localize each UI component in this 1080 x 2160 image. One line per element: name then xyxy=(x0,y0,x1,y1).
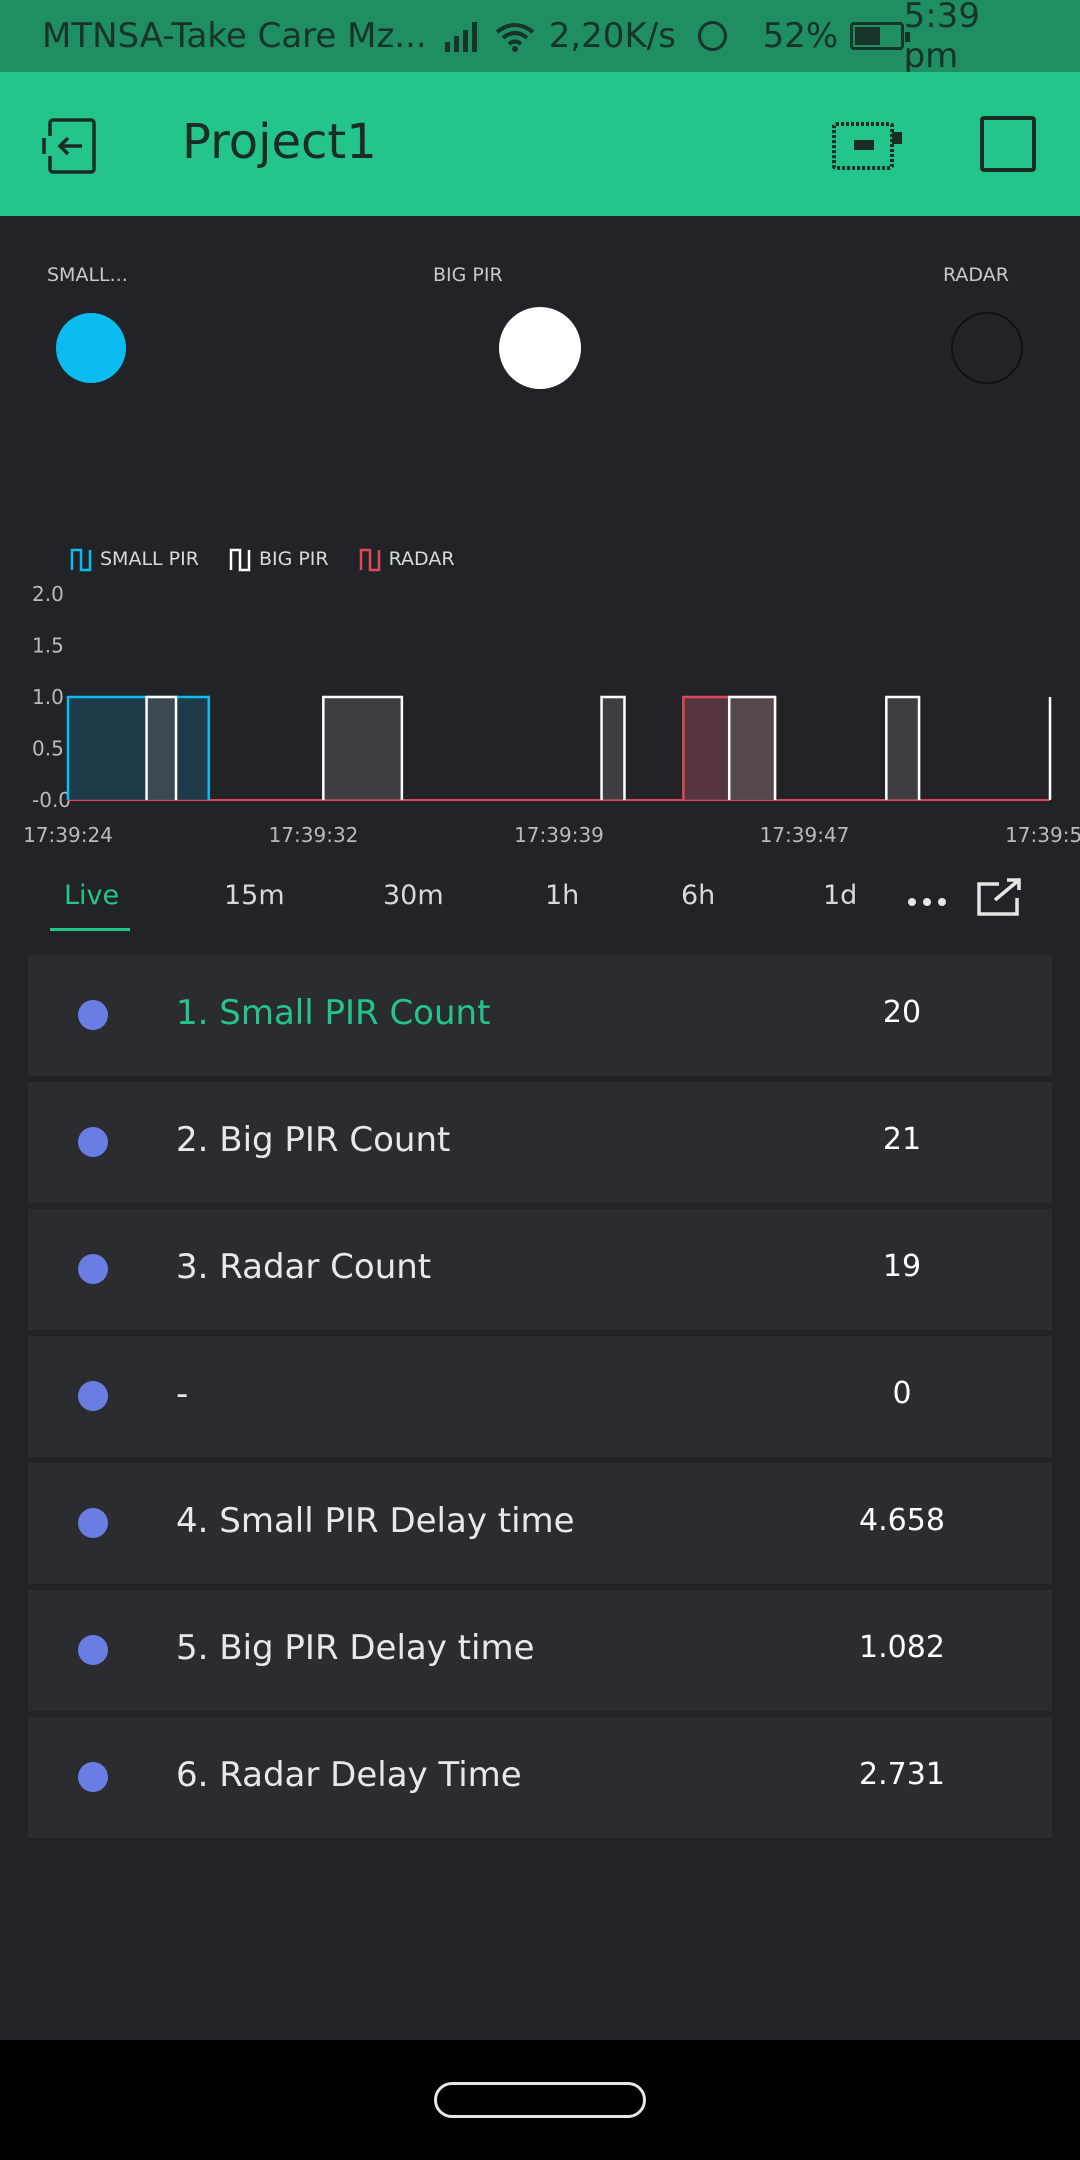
fullscreen-icon[interactable] xyxy=(975,878,1023,918)
y-tick-label: 2.0 xyxy=(32,582,64,606)
chart-legend: SMALL PIR BIG PIR RADAR xyxy=(70,546,455,572)
tab-15m[interactable]: 15m xyxy=(224,880,285,911)
pulse-icon xyxy=(229,548,251,572)
status-dot xyxy=(78,1000,108,1030)
y-tick-label: 1.0 xyxy=(32,685,64,709)
status-dot xyxy=(78,1381,108,1411)
list-item[interactable]: 3. Radar Count 19 xyxy=(28,1209,1052,1330)
row-label: 6. Radar Delay Time xyxy=(176,1755,522,1795)
legend-label: SMALL PIR xyxy=(100,548,199,570)
status-dot xyxy=(78,1127,108,1157)
led-small-pir[interactable] xyxy=(56,313,126,383)
exit-icon[interactable] xyxy=(42,118,102,174)
chart-bar-fill xyxy=(729,697,776,800)
row-value: 19 xyxy=(882,1249,922,1284)
y-tick-label: 1.5 xyxy=(32,634,64,658)
y-tick-label: 0.5 xyxy=(32,737,64,761)
list-item[interactable]: 5. Big PIR Delay time 1.082 xyxy=(28,1590,1052,1711)
led-label-small-pir: SMALL... xyxy=(47,264,128,286)
row-value: 0 xyxy=(892,1376,912,1411)
app-bar: Project1 xyxy=(0,72,1080,216)
status-dot xyxy=(78,1635,108,1665)
clock: 5:39 pm xyxy=(903,0,980,76)
legend-item-radar: RADAR xyxy=(359,546,455,572)
x-tick-label: 17:39:54 xyxy=(1005,823,1080,847)
history-chart[interactable]: 2.0 1.5 1.0 0.5 -0.0 17:39:24 17:39:32 17:39:39… xyxy=(0,570,1080,860)
legend-item-big-pir: BIG PIR xyxy=(229,546,329,572)
status-bar: MTNSA-Take Care Mz... 2,20K/s 52% 5:39 p… xyxy=(0,0,1080,76)
row-label: - xyxy=(176,1374,189,1414)
tab-1h[interactable]: 1h xyxy=(545,880,579,911)
list-item[interactable]: - 0 xyxy=(28,1336,1052,1457)
pulse-icon xyxy=(359,548,380,572)
row-label: 3. Radar Count xyxy=(176,1247,432,1287)
system-nav-bar xyxy=(0,2040,1080,2160)
value-list: 1. Small PIR Count 20 2. Big PIR Count 2… xyxy=(28,955,1052,1844)
row-value: 1.082 xyxy=(859,1630,945,1665)
led-radar[interactable] xyxy=(951,312,1023,384)
x-tick-label: 17:39:32 xyxy=(269,823,359,847)
led-big-pir[interactable] xyxy=(499,307,581,389)
chart-bar-fill xyxy=(323,697,402,800)
list-item[interactable]: 1. Small PIR Count 20 xyxy=(28,955,1052,1076)
notification-icon xyxy=(697,21,727,51)
legend-label: RADAR xyxy=(388,548,455,570)
row-label: 5. Big PIR Delay time xyxy=(176,1628,535,1668)
chart-bar-fill xyxy=(886,697,920,800)
x-tick-label: 17:39:39 xyxy=(514,823,604,847)
active-tab-indicator xyxy=(50,928,130,931)
tab-live[interactable]: Live xyxy=(64,880,119,911)
tab-6h[interactable]: 6h xyxy=(681,880,715,911)
row-value: 4.658 xyxy=(859,1503,945,1538)
home-button[interactable] xyxy=(434,2082,646,2118)
list-item[interactable]: 4. Small PIR Delay time 4.658 xyxy=(28,1463,1052,1584)
data-rate: 2,20K/s xyxy=(548,16,676,56)
status-dot xyxy=(78,1508,108,1538)
row-value: 21 xyxy=(882,1122,922,1157)
legend-label: BIG PIR xyxy=(258,548,329,570)
status-dot xyxy=(78,1254,108,1284)
status-dot xyxy=(78,1762,108,1792)
battery-fill xyxy=(855,27,881,45)
led-label-radar: RADAR xyxy=(943,264,1009,286)
stop-icon[interactable] xyxy=(980,116,1036,172)
tab-1d[interactable]: 1d xyxy=(823,880,857,911)
carrier-name: MTNSA-Take Care Mz... xyxy=(42,16,427,56)
y-tick-label: -0.0 xyxy=(32,788,71,812)
led-label-big-pir: BIG PIR xyxy=(433,264,503,286)
row-label: 2. Big PIR Count xyxy=(176,1120,451,1160)
legend-item-small-pir: SMALL PIR xyxy=(70,546,199,572)
battery-percent: 52% xyxy=(762,16,839,56)
row-label: 1. Small PIR Count xyxy=(176,993,491,1033)
list-item[interactable]: 6. Radar Delay Time 2.731 xyxy=(28,1717,1052,1838)
battery-icon xyxy=(850,22,911,50)
x-tick-label: 17:39:47 xyxy=(760,823,850,847)
row-value: 20 xyxy=(882,995,922,1030)
tab-30m[interactable]: 30m xyxy=(383,880,444,911)
pulse-icon xyxy=(70,548,92,572)
chart-bar-fill xyxy=(68,697,209,800)
row-value: 2.731 xyxy=(859,1757,945,1792)
time-range-tabs: Live 15m 30m 1h 6h 1d xyxy=(0,870,1080,931)
list-item[interactable]: 2. Big PIR Count 21 xyxy=(28,1082,1052,1203)
wifi-icon xyxy=(495,21,535,52)
device-icon[interactable] xyxy=(832,118,902,172)
x-tick-label: 17:39:24 xyxy=(23,823,113,847)
chart-bar-fill xyxy=(146,697,177,800)
signal-icon xyxy=(444,20,477,52)
more-icon[interactable] xyxy=(908,898,946,906)
project-title: Project1 xyxy=(182,114,377,170)
chart-bar-fill xyxy=(601,697,625,800)
row-label: 4. Small PIR Delay time xyxy=(176,1501,575,1541)
